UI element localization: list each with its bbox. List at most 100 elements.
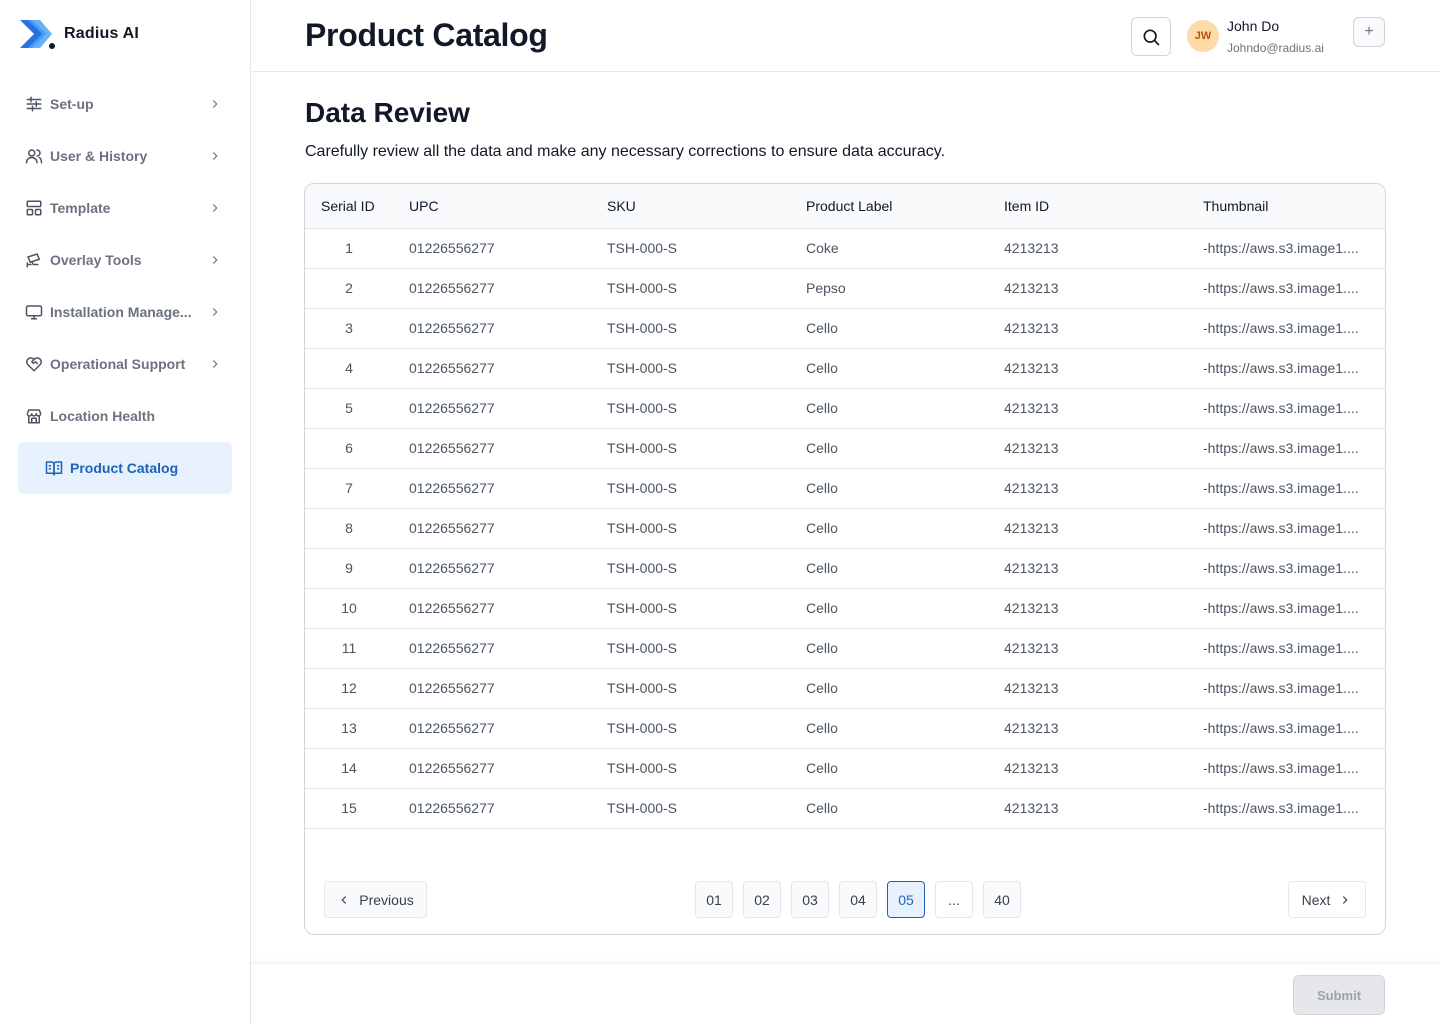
cell-item-id: 4213213 bbox=[988, 228, 1187, 269]
chevron-right-icon bbox=[208, 201, 222, 215]
user-name: John Do bbox=[1227, 18, 1280, 34]
cell-thumbnail: -https://aws.s3.image1.... bbox=[1187, 708, 1385, 749]
brand[interactable]: Radius AI bbox=[18, 16, 139, 52]
table-row[interactable]: 3 01226556277 TSH-000-S Cello 4213213 -https:… bbox=[305, 308, 1385, 349]
cell-sku: TSH-000-S bbox=[591, 428, 790, 469]
submit-button[interactable]: Submit bbox=[1293, 975, 1385, 1015]
cell-product-label: Cello bbox=[790, 748, 988, 789]
page-title: Product Catalog bbox=[305, 17, 548, 53]
column-header-product-label: Product Label bbox=[790, 184, 988, 229]
search-button[interactable] bbox=[1131, 17, 1171, 56]
cell-product-label: Cello bbox=[790, 308, 988, 349]
table-row[interactable]: 12 01226556277 TSH-000-S Cello 4213213 -https… bbox=[305, 668, 1385, 709]
table-row[interactable]: 11 01226556277 TSH-000-S Cello 4213213 -https… bbox=[305, 628, 1385, 669]
table-row[interactable]: 2 01226556277 TSH-000-S Pepso 4213213 -https:… bbox=[305, 268, 1385, 309]
sidebar-item-label: Installation Manage... bbox=[50, 304, 192, 320]
sidebar-item-operational-support[interactable]: Operational Support bbox=[18, 338, 232, 390]
table-row[interactable]: 8 01226556277 TSH-000-S Cello 4213213 -https:… bbox=[305, 508, 1385, 549]
cell-thumbnail: -https://aws.s3.image1.... bbox=[1187, 428, 1385, 469]
sidebar-item-overlay-tools[interactable]: Overlay Tools bbox=[18, 234, 232, 286]
cell-sku: TSH-000-S bbox=[591, 628, 790, 669]
page-button[interactable]: 40 bbox=[983, 881, 1021, 918]
cell-upc: 01226556277 bbox=[393, 308, 591, 349]
next-page-button[interactable]: Next bbox=[1288, 881, 1366, 918]
cell-serial-id: 6 bbox=[305, 428, 393, 469]
cell-thumbnail: -https://aws.s3.image1.... bbox=[1187, 668, 1385, 709]
cell-product-label: Cello bbox=[790, 628, 988, 669]
table-row[interactable]: 7 01226556277 TSH-000-S Cello 4213213 -https:… bbox=[305, 468, 1385, 509]
cell-thumbnail: -https://aws.s3.image1.... bbox=[1187, 548, 1385, 589]
page-button[interactable]: 01 bbox=[695, 881, 733, 918]
add-button[interactable]: + bbox=[1353, 17, 1385, 47]
cell-serial-id: 14 bbox=[305, 748, 393, 789]
table-row[interactable]: 15 01226556277 TSH-000-S Cello 4213213 -https… bbox=[305, 788, 1385, 829]
column-header-upc: UPC bbox=[393, 184, 591, 229]
table-row[interactable]: 9 01226556277 TSH-000-S Cello 4213213 -https:… bbox=[305, 548, 1385, 589]
cell-serial-id: 4 bbox=[305, 348, 393, 389]
column-header-item-id: Item ID bbox=[988, 184, 1187, 229]
page-button[interactable]: 04 bbox=[839, 881, 877, 918]
sidebar-item-installation-management[interactable]: Installation Manage... bbox=[18, 286, 232, 338]
sidebar-item-location-health[interactable]: Location Health bbox=[18, 390, 232, 442]
sidebar-nav: Set-up User & History Template Overlay T… bbox=[18, 78, 232, 494]
avatar[interactable]: JW bbox=[1187, 20, 1219, 52]
previous-page-button[interactable]: Previous bbox=[324, 881, 427, 918]
cell-sku: TSH-000-S bbox=[591, 308, 790, 349]
cell-thumbnail: -https://aws.s3.image1.... bbox=[1187, 228, 1385, 269]
cell-thumbnail: -https://aws.s3.image1.... bbox=[1187, 468, 1385, 509]
search-icon bbox=[1143, 29, 1160, 45]
cell-product-label: Cello bbox=[790, 468, 988, 509]
chevron-right-icon bbox=[208, 253, 222, 267]
sidebar-item-template[interactable]: Template bbox=[18, 182, 232, 234]
table-row[interactable]: 4 01226556277 TSH-000-S Cello 4213213 -https:… bbox=[305, 348, 1385, 389]
cell-item-id: 4213213 bbox=[988, 588, 1187, 629]
cell-item-id: 4213213 bbox=[988, 348, 1187, 389]
cell-sku: TSH-000-S bbox=[591, 788, 790, 829]
cell-thumbnail: -https://aws.s3.image1.... bbox=[1187, 508, 1385, 549]
table-row[interactable]: 6 01226556277 TSH-000-S Cello 4213213 -https:… bbox=[305, 428, 1385, 469]
brand-name: Radius AI bbox=[64, 25, 139, 42]
cell-item-id: 4213213 bbox=[988, 708, 1187, 749]
sidebar-item-setup[interactable]: Set-up bbox=[18, 78, 232, 130]
heart-handshake-icon bbox=[24, 354, 44, 374]
cell-sku: TSH-000-S bbox=[591, 668, 790, 709]
user-email: Johndo@radius.ai bbox=[1227, 41, 1324, 55]
cell-item-id: 4213213 bbox=[988, 668, 1187, 709]
table-row[interactable]: 14 01226556277 TSH-000-S Cello 4213213 -https… bbox=[305, 748, 1385, 789]
pagination: Previous 01 02 03 04 05... 40 Next bbox=[305, 881, 1385, 919]
cell-thumbnail: -https://aws.s3.image1.... bbox=[1187, 748, 1385, 789]
cell-sku: TSH-000-S bbox=[591, 508, 790, 549]
cell-upc: 01226556277 bbox=[393, 388, 591, 429]
cell-sku: TSH-000-S bbox=[591, 588, 790, 629]
layout-icon bbox=[24, 198, 44, 218]
table-row[interactable]: 13 01226556277 TSH-000-S Cello 4213213 -https… bbox=[305, 708, 1385, 749]
cell-item-id: 4213213 bbox=[988, 788, 1187, 829]
cell-upc: 01226556277 bbox=[393, 348, 591, 389]
cell-thumbnail: -https://aws.s3.image1.... bbox=[1187, 388, 1385, 429]
cell-product-label: Cello bbox=[790, 588, 988, 629]
chevron-left-icon bbox=[341, 895, 347, 904]
table-row[interactable]: 10 01226556277 TSH-000-S Cello 4213213 -https… bbox=[305, 588, 1385, 629]
table-row[interactable]: 1 01226556277 TSH-000-S Coke 4213213 -https:/… bbox=[305, 228, 1385, 269]
sidebar-item-user-history[interactable]: User & History bbox=[18, 130, 232, 182]
cell-upc: 01226556277 bbox=[393, 508, 591, 549]
page-button[interactable]: 05 bbox=[887, 881, 925, 918]
cell-product-label: Cello bbox=[790, 388, 988, 429]
cell-item-id: 4213213 bbox=[988, 548, 1187, 589]
cell-sku: TSH-000-S bbox=[591, 348, 790, 389]
cell-upc: 01226556277 bbox=[393, 268, 591, 309]
cell-sku: TSH-000-S bbox=[591, 268, 790, 309]
cell-thumbnail: -https://aws.s3.image1.... bbox=[1187, 348, 1385, 389]
sliders-icon bbox=[24, 94, 44, 114]
sidebar-item-label: Location Health bbox=[50, 408, 156, 424]
table-row[interactable]: 5 01226556277 TSH-000-S Cello 4213213 -https:… bbox=[305, 388, 1385, 429]
page-button[interactable]: 02 bbox=[743, 881, 781, 918]
chevron-right-icon bbox=[208, 305, 222, 319]
sidebar-item-product-catalog[interactable]: Product Catalog bbox=[18, 442, 232, 494]
sidebar: Radius AI Set-up User & History Template… bbox=[0, 0, 251, 1024]
cell-upc: 01226556277 bbox=[393, 548, 591, 589]
book-open-icon bbox=[44, 458, 64, 478]
page-button[interactable]: 03 bbox=[791, 881, 829, 918]
users-icon bbox=[24, 146, 44, 166]
cell-thumbnail: -https://aws.s3.image1.... bbox=[1187, 308, 1385, 349]
